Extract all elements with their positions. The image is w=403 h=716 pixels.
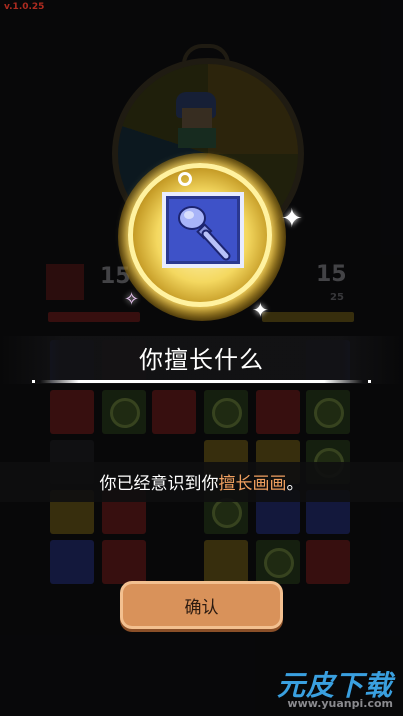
paint-brush-icon [178,206,231,261]
sparkle-icon: ✦ [252,298,269,322]
dialog-title: 你擅长什么 [139,346,264,374]
sparkle-icon: ✦ [281,204,303,234]
title-divider [40,380,363,383]
divider-dot [368,380,371,383]
badge-loop [178,172,192,186]
sparkle-icon: ✧ [124,289,140,310]
divider-dot [32,380,35,383]
skill-badge [162,192,244,268]
dialog-description: 你已经意识到你擅长画画。 [0,469,403,494]
watermark-url: www.yuanpi.com [287,697,393,710]
description-suffix: 。 [286,474,304,494]
description-prefix: 你已经意识到你 [99,474,219,494]
description-highlight: 擅长画画 [218,474,287,494]
confirm-button[interactable]: 确认 [120,581,283,629]
confirm-button-label: 确认 [184,597,219,618]
